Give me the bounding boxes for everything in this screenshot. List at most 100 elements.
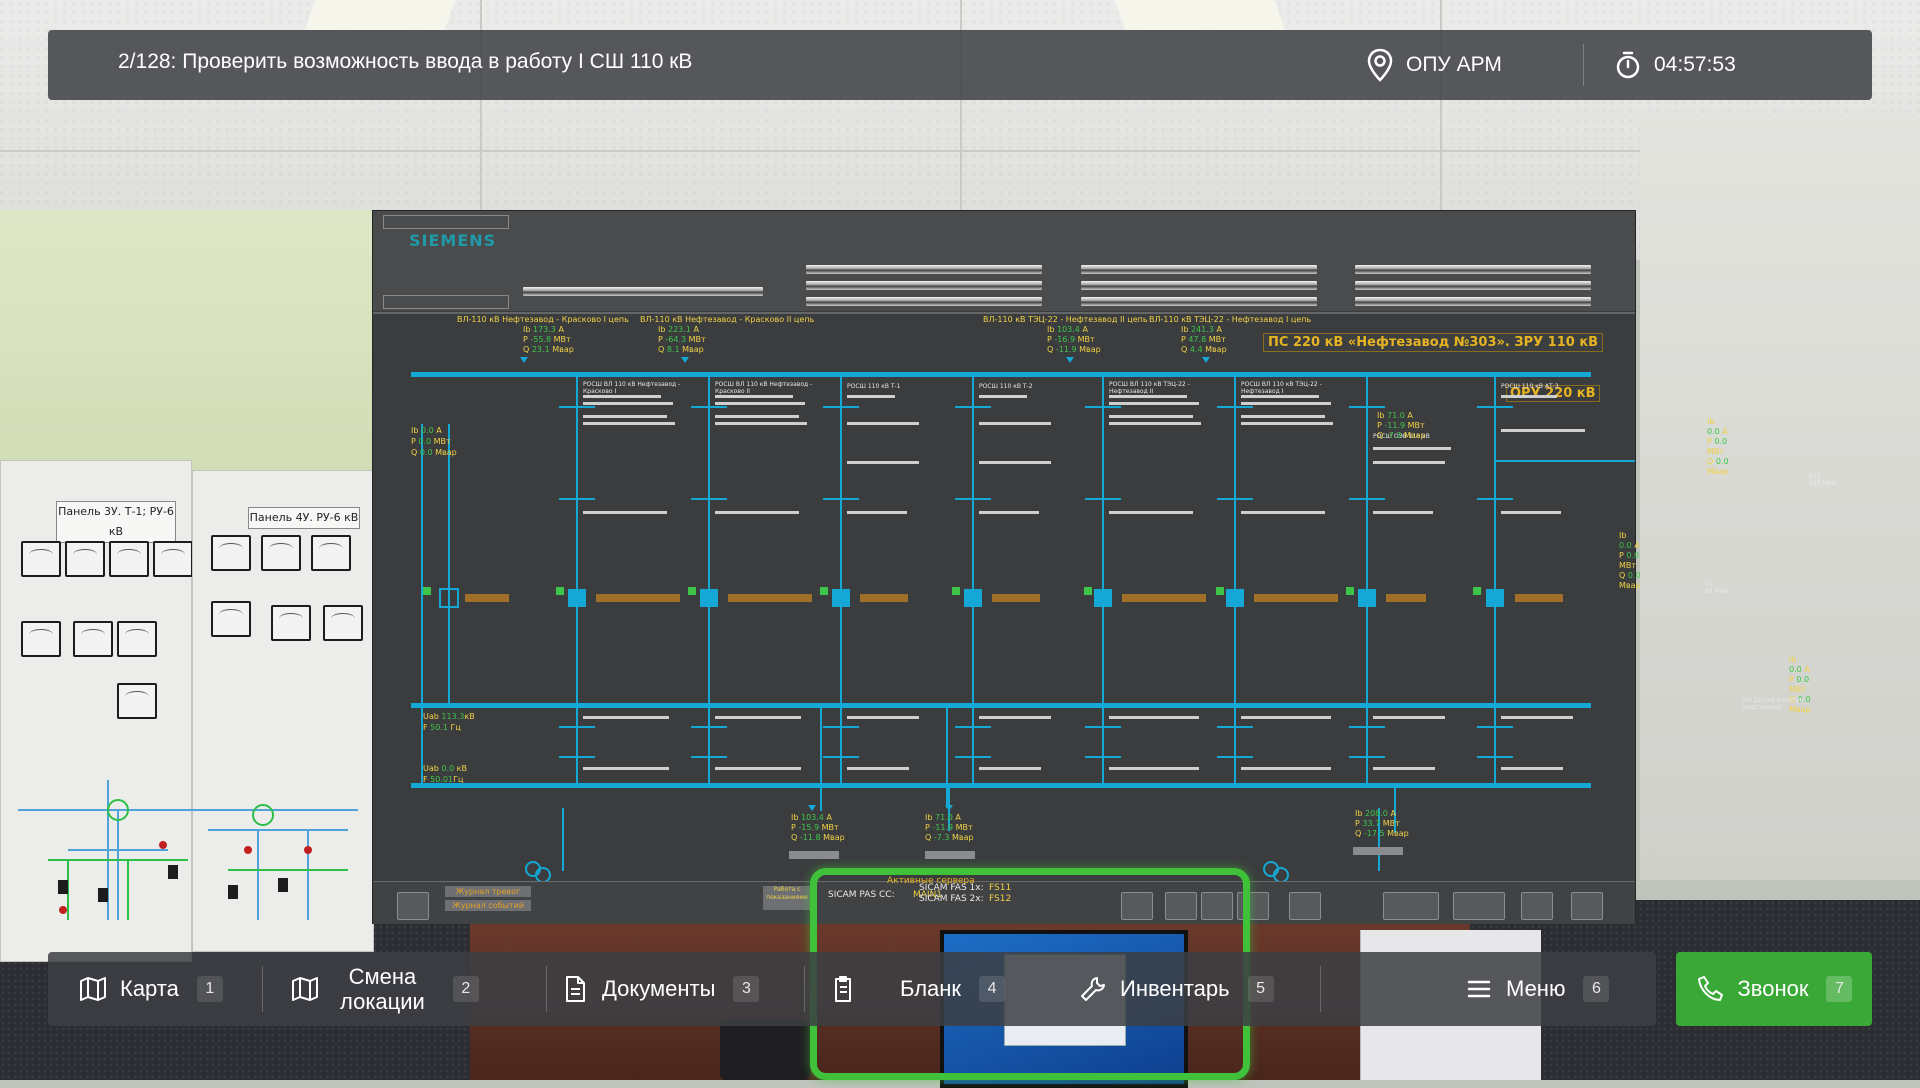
unit-a: А bbox=[693, 325, 699, 334]
q-value: 23.1 bbox=[531, 345, 550, 354]
nav-inventory[interactable]: Инвентарь 5 bbox=[1078, 952, 1274, 1026]
hotkey-badge: 3 bbox=[733, 976, 760, 1002]
stopwatch-icon bbox=[1616, 51, 1640, 79]
p-value: -11.9 bbox=[932, 823, 954, 832]
p-value: -11.9 bbox=[1384, 421, 1406, 430]
line-caption: ВЛ-110 кВ ТЭЦ-22 - Нефтезавод I цепь bbox=[1149, 315, 1312, 324]
unit-mw: МВт bbox=[1382, 819, 1400, 828]
sound-button[interactable] bbox=[1453, 892, 1505, 920]
mimic-diagram bbox=[18, 780, 358, 920]
nav-map[interactable]: Карта 1 bbox=[78, 952, 223, 1026]
nav-label: Бланк bbox=[900, 976, 962, 1001]
ib-value: 223.1 bbox=[667, 325, 691, 334]
q-value: -7.3 bbox=[933, 833, 950, 842]
gauge-meter bbox=[21, 621, 61, 657]
kl-label: КЛ 220 кВ Капотня-Нефтезавод bbox=[1743, 697, 1806, 711]
nav-label: Смена локации bbox=[340, 964, 425, 1014]
unit-mw: МВт bbox=[553, 335, 571, 344]
call-button[interactable]: Звонок 7 bbox=[1676, 952, 1872, 1026]
unit-mvar: Мвар bbox=[1079, 345, 1101, 354]
power-button[interactable] bbox=[1571, 892, 1603, 920]
nav-change-location[interactable]: Смена локации 2 bbox=[290, 952, 479, 1026]
line1-measurements: Ib 173.3 А P -55.8 МВт Q 23.1 Мвар bbox=[523, 325, 574, 354]
hotkey-badge: 5 bbox=[1247, 976, 1274, 1002]
phone-icon bbox=[1697, 976, 1723, 1001]
bus1-voltage: Uab 113.3кВ F 50.1 Гц bbox=[423, 712, 475, 732]
unit-a: А bbox=[558, 325, 564, 334]
gauge-meter bbox=[109, 541, 149, 577]
gauge-meter bbox=[211, 601, 251, 637]
nav-label: Инвентарь bbox=[1120, 976, 1230, 1001]
q-value: 0.0 bbox=[419, 448, 433, 457]
line4-measurements: Ib 241.3 А P 47.8 МВт Q 4.4 Мвар bbox=[1181, 325, 1227, 354]
unit-kv: кВ bbox=[456, 764, 467, 773]
t2-measurements: Ib 71.0 А P -11.9 МВт Q -7.3 Мвар bbox=[925, 813, 974, 842]
unit-a: А bbox=[1082, 325, 1088, 334]
line3-measurements: Ib 103.4 А P -16.9 МВт Q -11.9 Мвар bbox=[1047, 325, 1101, 354]
gauge-meter bbox=[117, 683, 157, 719]
unit-a: А bbox=[955, 813, 961, 822]
unit-a: А bbox=[1804, 665, 1810, 674]
home-button[interactable] bbox=[397, 892, 429, 920]
ib-value: 0.0 bbox=[1789, 665, 1802, 674]
unit-hz: Гц bbox=[450, 723, 461, 732]
q-value: -17.5 bbox=[1363, 829, 1385, 838]
nav-documents[interactable]: Документы 3 bbox=[560, 952, 760, 1026]
map-icon bbox=[80, 977, 106, 1001]
info-button[interactable] bbox=[1289, 892, 1321, 920]
nav-menu[interactable]: Меню 6 bbox=[1464, 952, 1610, 1026]
hotkey-badge: 4 bbox=[979, 976, 1006, 1002]
unit-a: А bbox=[1634, 541, 1640, 550]
unit-a: А bbox=[1390, 809, 1396, 818]
hud-divider bbox=[1583, 44, 1584, 86]
unit-mvar: Мвар bbox=[435, 448, 457, 457]
ib-value: 103.4 bbox=[1056, 325, 1080, 334]
hotkey-badge: 2 bbox=[452, 976, 479, 1002]
unit-mw: МВт bbox=[1619, 561, 1637, 570]
single-line-diagram bbox=[373, 312, 1635, 881]
line-caption: ВЛ-110 кВ Нефтезавод - Красково II цепь bbox=[640, 315, 815, 324]
feeder-caption: РОСШ 110 кВ Т-2 bbox=[979, 383, 1033, 390]
unit-mw: МВт bbox=[1707, 447, 1725, 456]
readings-button[interactable]: Работа с показаниями bbox=[763, 886, 811, 910]
hotkey-badge: 1 bbox=[196, 976, 223, 1002]
f-value: 50.01 bbox=[430, 775, 454, 784]
gauge-meter bbox=[117, 621, 157, 657]
at3-measurements: Ib 0.0 А P 0.0 МВт Q 0.0 Мвар bbox=[1707, 417, 1729, 476]
ib-value: 71.0 bbox=[1386, 411, 1405, 420]
unit-a: А bbox=[826, 813, 832, 822]
unit-mw: МВт bbox=[1407, 421, 1425, 430]
alarms-journal-button[interactable]: Журнал тревог bbox=[445, 886, 531, 897]
at3-label: АТ3 125 МВА bbox=[1809, 473, 1836, 487]
location-pin-icon bbox=[1367, 48, 1393, 82]
ack-button[interactable] bbox=[1383, 892, 1439, 920]
top-hud: 2/128: Проверить возможность ввода в раб… bbox=[48, 30, 1872, 100]
unit-kv: кВ bbox=[464, 712, 475, 721]
location-name: ОПУ АРМ bbox=[1406, 53, 1502, 76]
desk-phone[interactable] bbox=[720, 1020, 810, 1080]
ib-value: 208.0 bbox=[1364, 809, 1388, 818]
gauge-meter bbox=[311, 535, 351, 571]
nav-separator bbox=[262, 966, 263, 1012]
scada-monitor[interactable]: SIEMENS ПС 220 кВ «Нефтезавод №303». ЗРУ… bbox=[372, 210, 1836, 924]
sv-measurements: Ib 0.0 А P 0.0 МВт Q 0.0 Мвар bbox=[411, 426, 457, 457]
settings-button[interactable] bbox=[1521, 892, 1553, 920]
p-value: -16.9 bbox=[1054, 335, 1076, 344]
unit-a: А bbox=[1216, 325, 1222, 334]
events-journal-button[interactable]: Журнал событий bbox=[445, 900, 531, 911]
at3-low-side-measurements: Ib 0.0 А P 0.0 МВт Q 0.0 Мвар bbox=[1619, 531, 1641, 590]
feeder-caption: РОСШ ВЛ 110 кВ Нефтезавод - Красково II bbox=[715, 381, 813, 395]
ib-value: 0.0 bbox=[1707, 427, 1720, 436]
gauge-meter bbox=[21, 541, 61, 577]
nav-form[interactable]: Бланк 4 bbox=[828, 952, 1006, 1026]
p-value: 0.0 bbox=[1714, 437, 1728, 446]
q-value: -7.3 bbox=[1385, 431, 1402, 440]
document-icon bbox=[566, 976, 585, 1002]
feeder-caption: РОСШ 110 кВ АТ-3 bbox=[1501, 383, 1559, 390]
panel-sign: Панель 3У. Т-1; РУ-6 кВ bbox=[56, 501, 176, 543]
nav-label: Документы bbox=[602, 976, 716, 1001]
line-caption: ВЛ-110 кВ ТЭЦ-22 - Нефтезавод II цепь bbox=[983, 315, 1148, 324]
unit-mw: МВт bbox=[1208, 335, 1226, 344]
timer-indicator: 04:57:53 bbox=[1614, 48, 1736, 82]
q-value: 4.4 bbox=[1189, 345, 1203, 354]
